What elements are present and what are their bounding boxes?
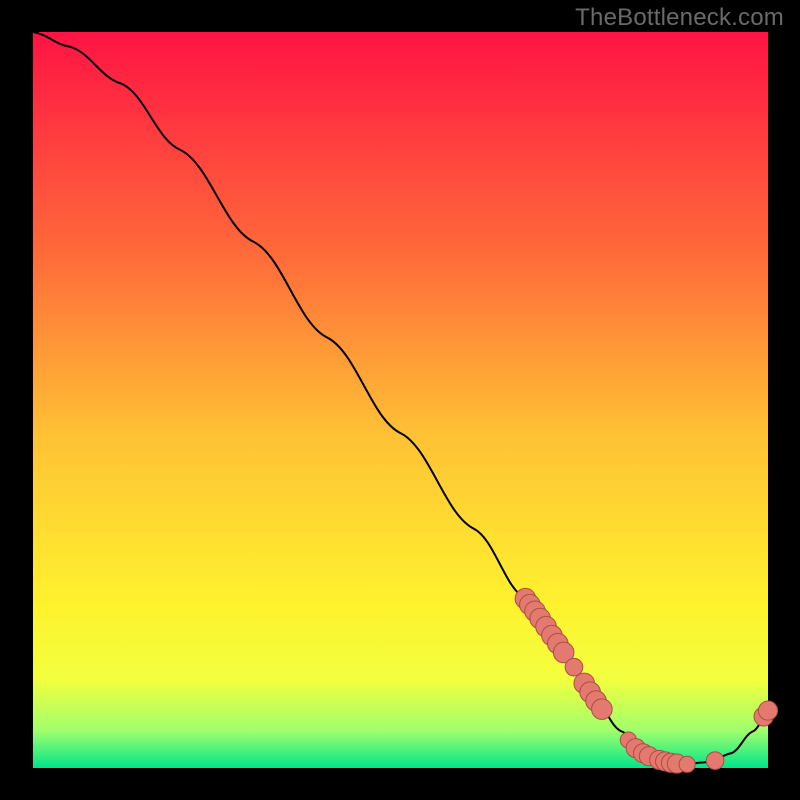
data-marker (592, 699, 613, 720)
data-marker (679, 756, 695, 772)
data-marker (758, 701, 777, 720)
data-marker (565, 658, 583, 676)
data-marker (706, 752, 724, 770)
bottleneck-chart (0, 0, 800, 800)
plot-background (33, 32, 768, 768)
chart-frame: TheBottleneck.com (0, 0, 800, 800)
